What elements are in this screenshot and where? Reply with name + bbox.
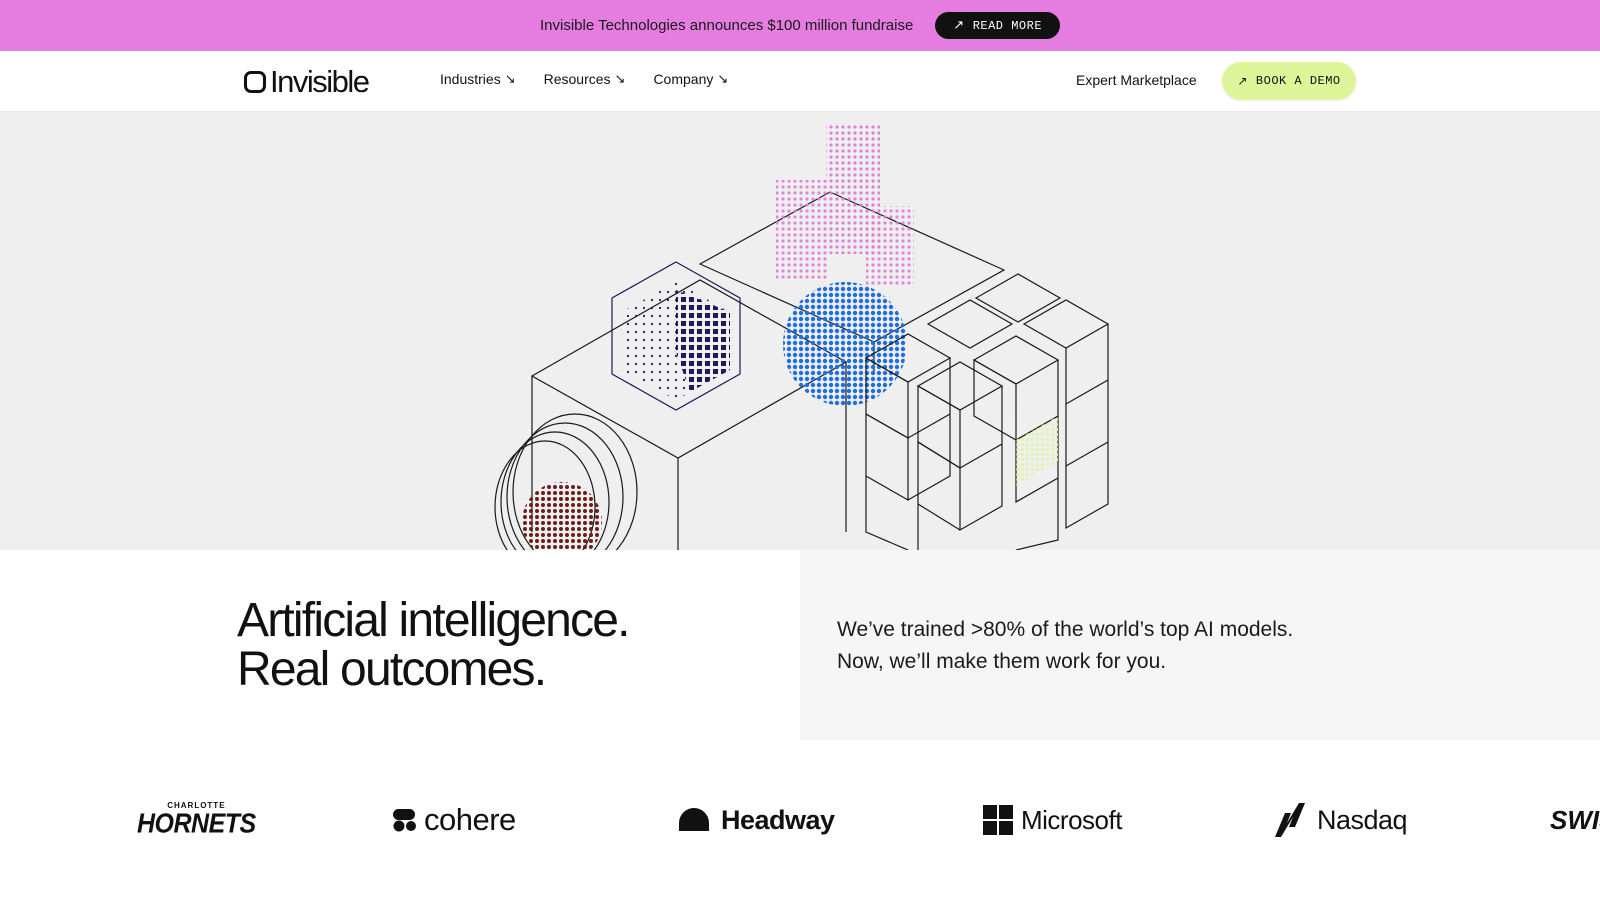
nasdaq-mark-icon xyxy=(1275,803,1305,837)
microsoft-windows-icon xyxy=(983,805,1013,835)
nav-item-label: Resources xyxy=(543,71,611,87)
nav-item-resources[interactable]: Resources ↘ xyxy=(544,71,626,87)
nav-item-company[interactable]: Company ↘ xyxy=(653,71,728,87)
subcopy-line-2: Now, we’ll make them work for you. xyxy=(837,650,1167,673)
nav-item-label: Company xyxy=(653,71,714,87)
read-more-button[interactable]: ↗ READ MORE xyxy=(935,12,1061,39)
nav-menu: Industries ↘ Resources ↘ Company ↘ xyxy=(440,71,728,87)
book-demo-button[interactable]: ↗ BOOK A DEMO xyxy=(1222,62,1356,100)
subcopy-line-1: We’ve trained >80% of the world’s top AI… xyxy=(837,618,1294,641)
customer-logos: CHARLOTTE HORNETS cohere Headway Microso… xyxy=(0,790,1600,850)
hornets-big-text: HORNETS xyxy=(137,808,256,840)
arrow-up-right-icon: ↗ xyxy=(1237,74,1248,89)
logo-text: Invisible xyxy=(270,64,370,99)
hero-headline: Artificial intelligence. Real outcomes. xyxy=(237,594,630,696)
read-more-label: READ MORE xyxy=(972,18,1043,33)
arrow-up-right-icon: ↗ xyxy=(953,18,965,33)
announcement-bar: Invisible Technologies announces $100 mi… xyxy=(0,0,1600,51)
hero-illustration xyxy=(0,112,1600,550)
nav-item-industries[interactable]: Industries ↘ xyxy=(440,71,516,87)
main-nav: Invisible Industries ↘ Resources ↘ Compa… xyxy=(0,51,1600,112)
arrow-down-right-icon: ↘ xyxy=(614,71,626,86)
nasdaq-logo: Nasdaq xyxy=(1273,790,1408,850)
logo-mark-icon xyxy=(244,71,266,93)
headway-logo: Headway xyxy=(677,790,835,850)
announcement-text: Invisible Technologies announces $100 mi… xyxy=(539,17,914,34)
nav-item-label: Industries xyxy=(440,71,501,87)
hero-subcopy: We’ve trained >80% of the world’s top AI… xyxy=(837,614,1293,678)
microsoft-logo: Microsoft xyxy=(983,790,1122,850)
isometric-shapes-illustration xyxy=(494,124,1110,550)
nasdaq-wordmark: Nasdaq xyxy=(1317,804,1408,835)
headway-wordmark: Headway xyxy=(721,804,835,835)
headline-line-1: Artificial intelligence. xyxy=(237,594,630,647)
cohere-logo: cohere xyxy=(392,790,516,850)
book-demo-label: BOOK A DEMO xyxy=(1255,74,1341,88)
microsoft-wordmark: Microsoft xyxy=(1021,804,1122,835)
swiss-logo: SWIS xyxy=(1550,790,1600,850)
invisible-logo[interactable]: Invisible xyxy=(244,64,370,100)
expert-marketplace-link[interactable]: Expert Marketplace xyxy=(1076,72,1197,88)
charlotte-hornets-logo: CHARLOTTE HORNETS xyxy=(137,790,256,850)
cohere-mark-icon xyxy=(393,809,416,832)
arrow-down-right-icon: ↘ xyxy=(504,71,516,86)
cohere-wordmark: cohere xyxy=(424,802,516,837)
headway-mark-icon xyxy=(679,808,709,831)
swiss-wordmark: SWIS xyxy=(1550,804,1600,835)
headline-line-2: Real outcomes. xyxy=(237,643,547,696)
arrow-down-right-icon: ↘ xyxy=(717,71,729,86)
